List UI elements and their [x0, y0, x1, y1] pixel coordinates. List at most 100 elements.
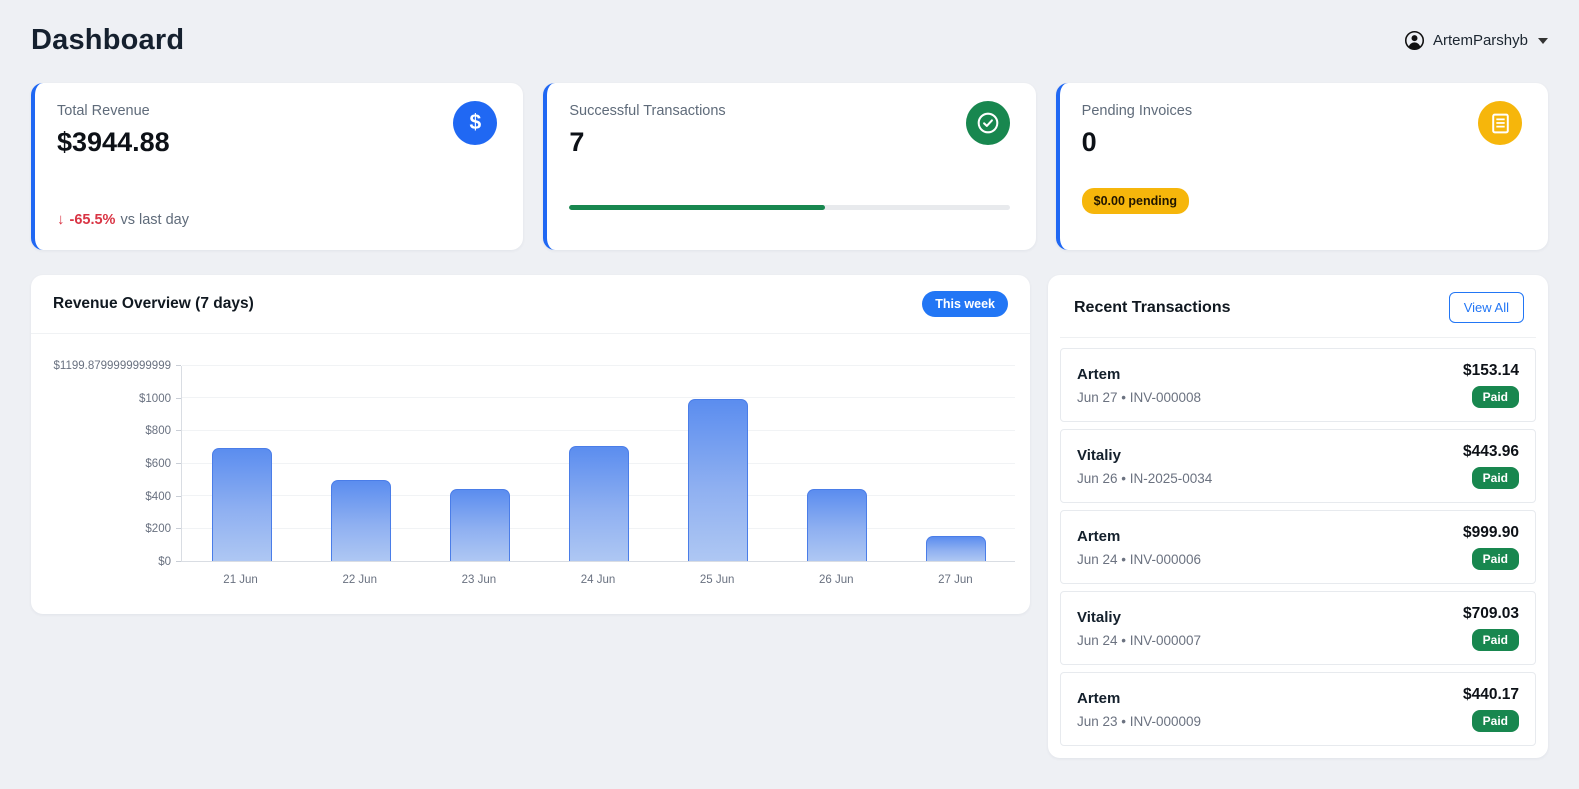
dollar-icon: $ — [453, 101, 497, 145]
transaction-amount-block: $443.96 Paid — [1463, 443, 1519, 489]
stat-label: Successful Transactions — [569, 103, 725, 119]
invoice-icon — [1478, 101, 1522, 145]
revenue-bar — [569, 446, 629, 561]
revenue-bar — [331, 480, 391, 561]
y-axis-tick-label: $0 — [158, 556, 171, 568]
transaction-amount-block: $153.14 Paid — [1463, 362, 1519, 408]
trend-suffix: vs last day — [120, 212, 189, 228]
stat-value: 0 — [1082, 127, 1097, 158]
transaction-meta: Jun 24 • INV-000006 — [1077, 552, 1201, 567]
y-axis-tick-label: $600 — [145, 458, 171, 470]
user-avatar-icon — [1404, 30, 1425, 51]
trend-value: -65.5% — [70, 212, 116, 228]
transaction-info: Artem Jun 23 • INV-000009 — [1077, 690, 1201, 729]
revenue-bar — [212, 448, 272, 561]
customer-name: Vitaliy — [1077, 447, 1212, 464]
stats-row: Total Revenue $3944.88 ↓ -65.5% vs last … — [31, 83, 1548, 250]
transaction-amount-block: $440.17 Paid — [1463, 686, 1519, 732]
customer-name: Artem — [1077, 690, 1201, 707]
transaction-meta: Jun 27 • INV-000008 — [1077, 390, 1201, 405]
transactions-list: Artem Jun 27 • INV-000008 $153.14 Paid V… — [1060, 348, 1536, 746]
y-axis-tick-label: $200 — [145, 523, 171, 535]
transactions-title: Recent Transactions — [1074, 299, 1231, 317]
stat-label: Pending Invoices — [1082, 103, 1192, 119]
transaction-amount: $999.90 — [1463, 524, 1519, 542]
transaction-amount-block: $999.90 Paid — [1463, 524, 1519, 570]
transaction-row[interactable]: Vitaliy Jun 26 • IN-2025-0034 $443.96 Pa… — [1060, 429, 1536, 503]
trend-indicator: ↓ -65.5% vs last day — [57, 211, 497, 228]
user-menu[interactable]: ArtemParshyb — [1404, 30, 1548, 51]
bar-slot — [420, 366, 539, 561]
y-axis-tick-label: $1000 — [139, 393, 171, 405]
y-axis-tick-label: $400 — [145, 491, 171, 503]
revenue-bar — [688, 399, 748, 562]
progress-fill — [569, 205, 824, 210]
stat-card-successful-transactions: Successful Transactions 7 — [543, 83, 1035, 250]
transaction-amount: $443.96 — [1463, 443, 1519, 461]
x-axis-label: 27 Jun — [896, 574, 1015, 586]
x-axis-label: 21 Jun — [181, 574, 300, 586]
revenue-chart-card: Revenue Overview (7 days) This week $0 $2… — [31, 275, 1030, 614]
transaction-meta: Jun 26 • IN-2025-0034 — [1077, 471, 1212, 486]
bar-slot — [301, 366, 420, 561]
transaction-row[interactable]: Vitaliy Jun 24 • INV-000007 $709.03 Paid — [1060, 591, 1536, 665]
stat-label: Total Revenue — [57, 103, 150, 119]
x-axis-label: 23 Jun — [419, 574, 538, 586]
page-title: Dashboard — [31, 24, 184, 57]
transactions-header: Recent Transactions View All — [1060, 275, 1536, 338]
x-axis: 21 Jun22 Jun23 Jun24 Jun25 Jun26 Jun27 J… — [181, 562, 1015, 596]
x-axis-label: 25 Jun — [658, 574, 777, 586]
main-row: Revenue Overview (7 days) This week $0 $2… — [31, 275, 1548, 758]
paid-status-badge: Paid — [1472, 548, 1519, 570]
stat-card-total-revenue: Total Revenue $3944.88 ↓ -65.5% vs last … — [31, 83, 523, 250]
paid-status-badge: Paid — [1472, 386, 1519, 408]
revenue-bar — [807, 489, 867, 561]
transaction-meta: Jun 24 • INV-000007 — [1077, 633, 1201, 648]
transaction-row[interactable]: Artem Jun 27 • INV-000008 $153.14 Paid — [1060, 348, 1536, 422]
transaction-meta: Jun 23 • INV-000009 — [1077, 714, 1201, 729]
revenue-bar-chart: $0$200$400$600$800$1000$1199.87999999999… — [31, 352, 1030, 600]
customer-name: Artem — [1077, 528, 1201, 545]
transactions-progress-bar — [569, 205, 1009, 210]
transaction-info: Artem Jun 27 • INV-000008 — [1077, 366, 1201, 405]
stat-value: 7 — [569, 127, 584, 158]
paid-status-badge: Paid — [1472, 629, 1519, 651]
transaction-row[interactable]: Artem Jun 24 • INV-000006 $999.90 Paid — [1060, 510, 1536, 584]
plot-area — [181, 366, 1015, 562]
stat-value: $3944.88 — [57, 127, 170, 158]
transaction-amount-block: $709.03 Paid — [1463, 605, 1519, 651]
y-axis: $0$200$400$600$800$1000$1199.87999999999… — [31, 366, 181, 562]
top-bar: Dashboard ArtemParshyb — [31, 24, 1548, 57]
y-axis-tick-label: $1199.8799999999999 — [54, 360, 171, 372]
this-week-badge[interactable]: This week — [922, 291, 1008, 317]
bar-slot — [539, 366, 658, 561]
check-circle-icon — [966, 101, 1010, 145]
user-name: ArtemParshyb — [1433, 32, 1528, 49]
pending-amount-badge: $0.00 pending — [1082, 188, 1189, 214]
transaction-amount: $709.03 — [1463, 605, 1519, 623]
bar-slot — [182, 366, 301, 561]
transaction-amount: $153.14 — [1463, 362, 1519, 380]
paid-status-badge: Paid — [1472, 467, 1519, 489]
x-axis-label: 22 Jun — [300, 574, 419, 586]
customer-name: Artem — [1077, 366, 1201, 383]
transaction-info: Vitaliy Jun 24 • INV-000007 — [1077, 609, 1201, 648]
chart-header: Revenue Overview (7 days) This week — [31, 275, 1030, 334]
transaction-row[interactable]: Artem Jun 23 • INV-000009 $440.17 Paid — [1060, 672, 1536, 746]
arrow-down-icon: ↓ — [57, 211, 65, 228]
bar-slot — [896, 366, 1015, 561]
x-axis-label: 26 Jun — [777, 574, 896, 586]
transaction-info: Artem Jun 24 • INV-000006 — [1077, 528, 1201, 567]
customer-name: Vitaliy — [1077, 609, 1201, 626]
dashboard-page: Dashboard ArtemParshyb Total Revenue $39… — [0, 0, 1579, 782]
chevron-down-icon — [1538, 38, 1548, 44]
stat-card-pending-invoices: Pending Invoices 0 $0.00 pending — [1056, 83, 1548, 250]
bar-slot — [777, 366, 896, 561]
x-axis-label: 24 Jun — [538, 574, 657, 586]
bar-slot — [658, 366, 777, 561]
revenue-bar — [926, 536, 986, 561]
transactions-panel: Recent Transactions View All Artem Jun 2… — [1048, 275, 1548, 758]
view-all-button[interactable]: View All — [1449, 292, 1524, 323]
revenue-bar — [450, 489, 510, 561]
transaction-amount: $440.17 — [1463, 686, 1519, 704]
